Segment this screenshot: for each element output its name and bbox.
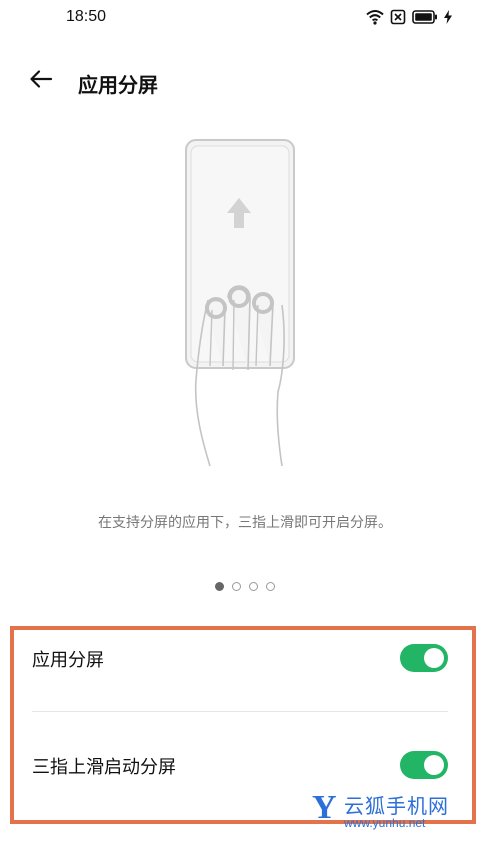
toggle-knob xyxy=(424,648,444,668)
three-finger-swipe-up-illustration xyxy=(150,130,340,480)
setting-label: 应用分屏 xyxy=(32,650,104,671)
page-dot-1[interactable] xyxy=(215,582,224,591)
status-bar: 18:50 xyxy=(0,0,490,36)
charging-icon xyxy=(444,10,452,24)
setting-label: 三指上滑启动分屏 xyxy=(32,757,176,778)
page-dot-3[interactable] xyxy=(249,582,258,591)
wifi-icon xyxy=(366,9,384,25)
page-dot-2[interactable] xyxy=(232,582,241,591)
page-title: 应用分屏 xyxy=(78,73,158,97)
setting-row-three-finger-swipe[interactable]: 三指上滑启动分屏 xyxy=(32,735,452,795)
back-button[interactable] xyxy=(26,66,56,96)
header: 应用分屏 xyxy=(0,58,490,104)
watermark: Y 云狐手机网 www.yunhu.net xyxy=(308,788,480,832)
battery-icon xyxy=(412,10,438,24)
watermark-text: 云狐手机网 xyxy=(344,794,449,818)
split-screen-toggle[interactable] xyxy=(400,644,448,672)
feature-description: 在支持分屏的应用下，三指上滑即可开启分屏。 xyxy=(98,515,392,531)
three-finger-swipe-toggle[interactable] xyxy=(400,751,448,779)
page-indicator xyxy=(0,582,490,591)
status-icons xyxy=(366,9,452,25)
arrow-left-icon xyxy=(29,69,53,93)
watermark-url: www.yunhu.net xyxy=(344,816,426,830)
divider xyxy=(32,711,448,712)
watermark-logo: Y xyxy=(312,789,337,826)
page-dot-4[interactable] xyxy=(266,582,275,591)
sim-off-icon xyxy=(390,9,406,25)
toggle-knob xyxy=(424,755,444,775)
setting-row-split-screen[interactable]: 应用分屏 xyxy=(32,628,452,688)
status-time: 18:50 xyxy=(66,8,107,25)
